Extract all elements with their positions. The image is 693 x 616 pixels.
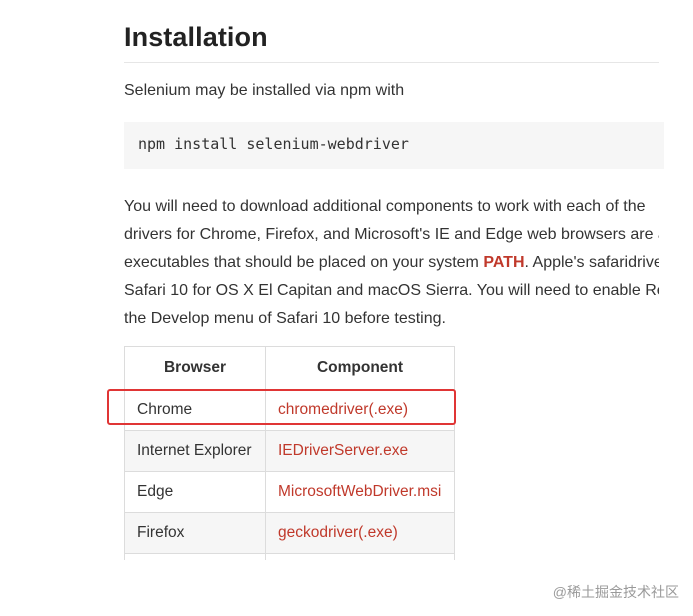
browser-cell: Firefox bbox=[124, 512, 266, 554]
table-header-row: Browser Component bbox=[124, 346, 455, 390]
component-link[interactable]: IEDriverServer.exe bbox=[265, 430, 455, 472]
table-row-firefox: Firefox geckodriver(.exe) bbox=[124, 512, 455, 554]
install-command-text: npm install selenium-webdriver bbox=[138, 135, 409, 153]
component-link[interactable]: MicrosoftWebDriver.msi bbox=[265, 471, 455, 513]
paragraph-line-3-end: . Apple's safaridriver bbox=[524, 254, 659, 271]
chrome-row-highlight-box bbox=[107, 389, 456, 425]
watermark: @稀土掘金技术社区 bbox=[552, 584, 679, 600]
paragraph-line-3-start: executables that should be placed on you… bbox=[124, 254, 484, 271]
installation-section: Installation Selenium may be installed v… bbox=[124, 0, 693, 580]
component-link[interactable]: geckodriver(.exe) bbox=[265, 512, 455, 554]
paragraph-line-3: executables that should be placed on you… bbox=[124, 249, 659, 277]
install-command-code[interactable]: npm install selenium-webdriver bbox=[124, 122, 664, 169]
title-divider bbox=[124, 62, 659, 63]
section-title: Installation bbox=[124, 22, 268, 52]
paragraph-line-1: You will need to download additional com… bbox=[124, 198, 646, 215]
intro-text: Selenium may be installed via npm with bbox=[124, 82, 405, 99]
header-component: Component bbox=[265, 346, 455, 390]
drivers-paragraph: You will need to download additional com… bbox=[124, 193, 659, 333]
paragraph-line-2: drivers for Chrome, Firefox, and Microso… bbox=[124, 226, 659, 243]
paragraph-line-5: the Develop menu of Safari 10 before tes… bbox=[124, 310, 446, 327]
table-row-edge: Edge MicrosoftWebDriver.msi bbox=[124, 471, 455, 513]
browser-components-table: Browser Component Chrome chromedriver(.e… bbox=[124, 346, 455, 580]
path-link[interactable]: PATH bbox=[483, 254, 524, 271]
browser-cell: Edge bbox=[124, 471, 266, 513]
paragraph-line-4: Safari 10 for OS X El Capitan and macOS … bbox=[124, 282, 659, 299]
browser-cell: Internet Explorer bbox=[124, 430, 266, 472]
header-browser: Browser bbox=[124, 346, 266, 390]
table-row-internet-explorer: Internet Explorer IEDriverServer.exe bbox=[124, 430, 455, 472]
